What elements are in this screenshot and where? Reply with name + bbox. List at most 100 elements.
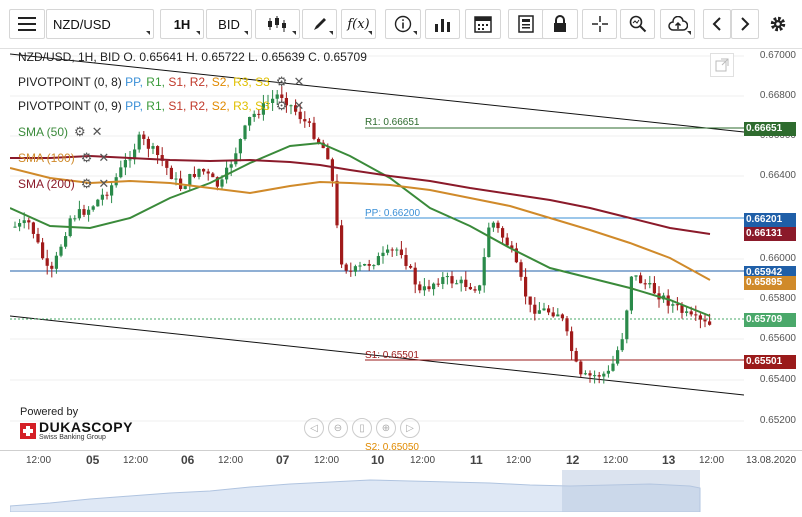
ohlc-legend: NZD/USD, 1H, BID O. 0.65641 H. 0.65722 L…	[18, 50, 367, 64]
zoom-button[interactable]	[620, 9, 655, 39]
gear-icon[interactable]: ⚙	[276, 98, 288, 114]
time-tick: 12:00	[26, 455, 52, 466]
zoom-in-control[interactable]: ⊕	[376, 418, 396, 438]
pivot-legend-label: PIVOTPOINT (0, 8)	[18, 75, 122, 89]
candle-body	[372, 265, 376, 267]
navigator[interactable]	[9, 470, 744, 513]
candle-body	[344, 264, 348, 271]
price-label: 0.65895	[744, 276, 796, 290]
lock-icon	[554, 15, 566, 32]
toolbar: NZD/USD 1H BID f(x)	[0, 0, 802, 49]
chevron-down-icon	[292, 31, 296, 35]
price-tick: 0.65400	[759, 374, 796, 385]
candle-body	[123, 160, 127, 168]
candle-body	[36, 233, 40, 243]
news-button[interactable]	[508, 9, 544, 39]
candle-body	[248, 116, 252, 126]
drawing-tools-button[interactable]	[302, 9, 337, 39]
r1-key: R1,	[146, 99, 165, 113]
function-icon: f(x)	[347, 16, 370, 32]
price-tick: 0.66400	[759, 170, 796, 181]
gear-icon[interactable]: ⚙	[74, 124, 86, 140]
candle-body	[570, 331, 574, 352]
price-tick: 0.65600	[759, 333, 796, 344]
gear-icon[interactable]: ⚙	[276, 74, 288, 90]
lock-button[interactable]	[542, 9, 578, 39]
volume-button[interactable]	[425, 9, 460, 39]
candle-body	[703, 319, 707, 322]
chevron-down-icon	[413, 31, 417, 35]
menu-button[interactable]	[9, 9, 45, 39]
candle-body	[312, 122, 316, 139]
candle-body	[252, 113, 256, 117]
scroll-right-control[interactable]: ▷	[400, 418, 420, 438]
candle-body	[427, 286, 431, 290]
s1-line-label: S1: 0.65501	[365, 350, 419, 361]
candle-body	[583, 373, 587, 375]
candle-body	[335, 180, 339, 226]
navigator-chart[interactable]	[9, 470, 744, 513]
time-tick: 07	[276, 453, 290, 467]
chevron-down-icon	[687, 31, 691, 35]
candle-body	[496, 222, 500, 229]
zoom-reset-control[interactable]: ▯	[352, 418, 372, 438]
price-axis[interactable]: 0.670000.668000.666000.664000.662000.660…	[744, 48, 802, 450]
close-icon[interactable]: ✕	[98, 150, 109, 166]
calendar-button[interactable]	[465, 9, 501, 39]
candle-body	[643, 283, 647, 285]
brand-name: DUKASCOPY	[39, 419, 133, 435]
close-icon[interactable]: ✕	[293, 74, 304, 90]
info-button[interactable]	[385, 9, 421, 39]
candle-body	[174, 178, 178, 180]
candle-body	[418, 284, 422, 291]
candle-body	[491, 222, 495, 228]
indicators-button[interactable]: f(x)	[341, 9, 376, 39]
time-axis[interactable]: 13.08.2020 12:00 05 12:00 06 12:00 07 12:00 10 1…	[0, 450, 802, 471]
candle-body	[100, 194, 104, 200]
navigator-window	[562, 470, 700, 512]
gear-icon[interactable]: ⚙	[81, 176, 93, 192]
chevron-down-icon	[146, 31, 150, 35]
zoom-out-control[interactable]: ⊖	[328, 418, 348, 438]
candle-body	[473, 289, 477, 291]
instrument-select[interactable]: NZD/USD	[46, 9, 154, 39]
candle-body	[169, 167, 173, 180]
crosshair-button[interactable]	[582, 9, 617, 39]
r2-key: R2,	[189, 75, 209, 89]
candle-body	[257, 113, 261, 115]
timeframe-select[interactable]: 1H	[160, 9, 204, 39]
pp-key: PP,	[125, 75, 143, 89]
powered-by-text: Powered by	[20, 406, 79, 418]
close-icon[interactable]: ✕	[92, 124, 103, 140]
s1-key: S1,	[168, 75, 187, 89]
chart-type-button[interactable]	[255, 9, 300, 39]
gear-icon[interactable]: ⚙	[81, 150, 93, 166]
side-select[interactable]: BID	[206, 9, 252, 39]
settings-button[interactable]	[762, 9, 794, 39]
sma200-label: SMA (200)	[18, 177, 75, 191]
candle-body	[441, 277, 445, 284]
s2-key: S2,	[211, 75, 230, 89]
chart-area[interactable]: NZD/USD, 1H, BID O. 0.65641 H. 0.65722 L…	[10, 48, 744, 450]
candle-body	[105, 194, 109, 196]
expand-button[interactable]	[710, 53, 734, 77]
candle-body	[579, 361, 583, 375]
candle-body	[386, 249, 390, 253]
close-icon[interactable]: ✕	[98, 176, 109, 192]
share-button[interactable]	[660, 9, 695, 39]
candle-body	[353, 266, 357, 272]
scroll-left-control[interactable]: ◁	[304, 418, 324, 438]
scroll-left-button[interactable]	[703, 9, 731, 39]
candle-body	[422, 286, 426, 291]
candle-body	[505, 237, 509, 246]
close-icon[interactable]: ✕	[293, 98, 304, 114]
price-label: 0.66131	[744, 227, 796, 241]
candle-body	[87, 209, 91, 215]
candle-body	[18, 223, 22, 227]
candle-body	[533, 304, 537, 314]
candle-body	[694, 314, 698, 316]
time-tick: 12:00	[603, 455, 629, 466]
candle-body	[468, 286, 472, 290]
scroll-right-button[interactable]	[731, 9, 759, 39]
candle-body	[519, 262, 523, 277]
